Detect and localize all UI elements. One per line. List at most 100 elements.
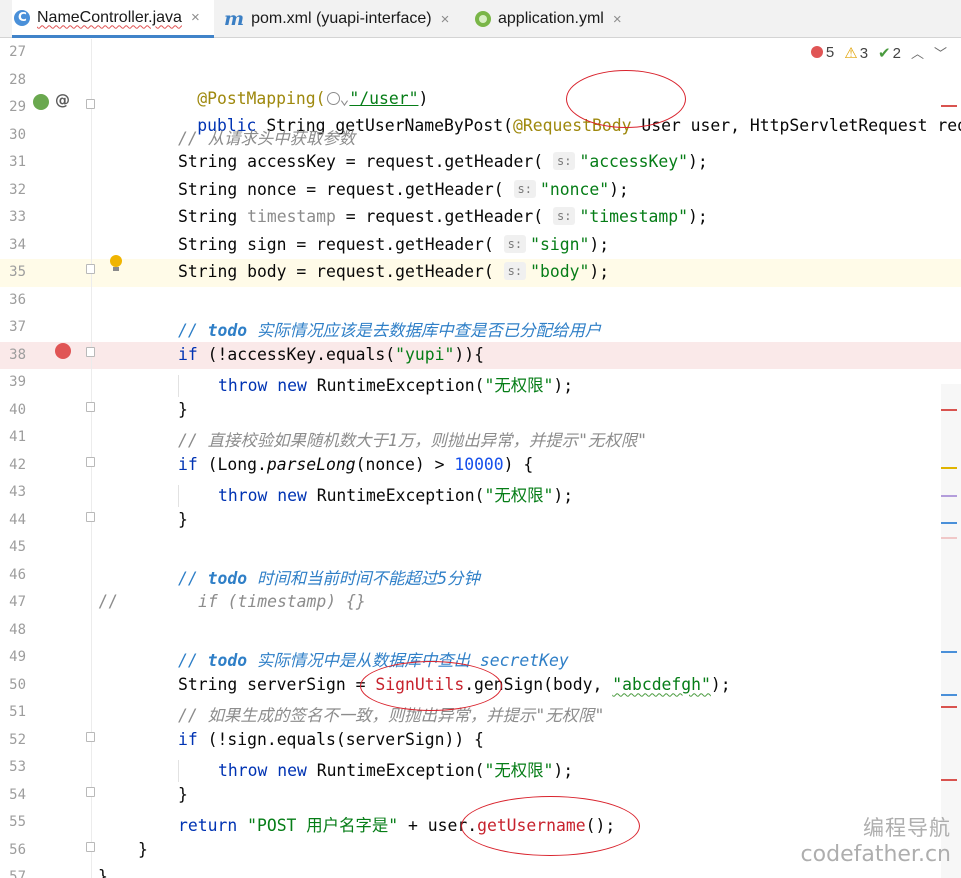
- fold-marker-icon[interactable]: [86, 402, 95, 412]
- unused-variable: timestamp: [247, 207, 336, 226]
- line-number: 55: [9, 814, 26, 830]
- todo-stripe[interactable]: [941, 651, 957, 653]
- todo-text: 时间和当前时间不能超过5分钟: [247, 568, 480, 588]
- code-token: String accessKey = request.getHeader(: [178, 152, 544, 171]
- line-number: 32: [9, 181, 26, 198]
- code-line: 40 }: [0, 397, 961, 425]
- code-token: (!accessKey.equals(: [197, 344, 396, 364]
- fold-marker-icon[interactable]: [86, 787, 95, 797]
- chevron-down-icon[interactable]: ﹀: [934, 43, 947, 62]
- keyword: if: [178, 729, 198, 749]
- todo-text: 实际情况中是从数据库中查出 secretKey: [247, 651, 569, 670]
- inspection-widget[interactable]: 5 ⚠ 3 ✔ 2 ︿ ﹀: [810, 43, 947, 62]
- warning-icon: ⚠: [844, 44, 858, 62]
- code-line: 41 // 直接校验如果随机数大于1万，则抛出异常，并提示"无权限": [0, 424, 961, 452]
- line-number: 37: [9, 319, 26, 335]
- tab-label: pom.xml (yuapi-interface): [251, 10, 432, 27]
- fold-marker-icon[interactable]: [86, 347, 95, 357]
- code-token: );: [589, 234, 610, 254]
- line-number: 56: [9, 841, 26, 858]
- fold-marker-icon[interactable]: [86, 99, 95, 109]
- keyword: new: [277, 761, 307, 780]
- line-number: 44: [9, 511, 26, 528]
- code-token: );: [688, 152, 708, 171]
- code-line: 50 String serverSign = SignUtils.genSign…: [0, 672, 961, 700]
- tab-label: application.yml: [498, 10, 604, 27]
- code-line: 53 throw new RuntimeException("无权限");: [0, 754, 961, 782]
- code-line: 52 if (!sign.equals(serverSign)) {: [0, 727, 961, 755]
- todo-marker: todo: [207, 651, 248, 670]
- code-line: 30 // 从请求头中获取参数: [0, 122, 961, 150]
- code-line: 47 // if (timestamp) {}: [0, 589, 961, 617]
- line-number: 45: [9, 539, 26, 555]
- fold-marker-icon[interactable]: [86, 512, 95, 522]
- unresolved-class[interactable]: SignUtils: [375, 675, 464, 694]
- string-literal: "timestamp": [579, 207, 689, 226]
- error-count[interactable]: 5: [810, 44, 834, 61]
- code-token: = request.getHeader(: [335, 207, 544, 226]
- code-line: 46 // todo 时间和当前时间不能超过5分钟: [0, 562, 961, 590]
- scrollbar[interactable]: [941, 384, 961, 878]
- mapping-at-icon[interactable]: @: [55, 91, 70, 109]
- lightbulb-icon[interactable]: [109, 255, 123, 272]
- todo-stripe[interactable]: [941, 694, 957, 696]
- code-line: 44 }: [0, 507, 961, 535]
- code-token: }: [138, 839, 148, 859]
- error-stripe[interactable]: [941, 105, 957, 107]
- code-line: 48: [0, 617, 961, 645]
- spring-endpoint-icon[interactable]: [33, 94, 49, 110]
- line-number: 49: [9, 649, 26, 665]
- code-editor[interactable]: 27 28 @PostMapping(⌄"/user") 29 public S…: [0, 39, 961, 878]
- info-stripe[interactable]: [941, 537, 957, 539]
- close-icon[interactable]: ×: [441, 11, 450, 28]
- param-hint: s:: [503, 234, 527, 253]
- code-token: );: [688, 207, 708, 226]
- warning-count[interactable]: ⚠ 3: [844, 44, 868, 62]
- code-token: );: [710, 674, 731, 694]
- code-token: RuntimeException(: [306, 486, 485, 505]
- close-icon[interactable]: ×: [191, 9, 200, 26]
- indent-guide: [178, 485, 179, 507]
- code-token: }: [178, 784, 188, 804]
- fold-marker-icon[interactable]: [86, 457, 95, 467]
- code-token: (Long.: [197, 454, 267, 474]
- code-token: ();: [585, 816, 616, 835]
- indent-guide: [178, 760, 179, 782]
- tab-name-controller[interactable]: NameController.java ×: [12, 0, 214, 38]
- error-stripe[interactable]: [941, 706, 957, 708]
- fold-marker-icon[interactable]: [86, 732, 95, 742]
- fold-marker-icon[interactable]: [86, 264, 95, 274]
- code-token: );: [589, 262, 610, 281]
- tab-application-yml[interactable]: application.yml ×: [475, 0, 622, 38]
- line-number: 34: [9, 236, 26, 253]
- close-icon[interactable]: ×: [613, 11, 622, 28]
- error-stripe[interactable]: [941, 409, 957, 411]
- keyword: new: [277, 486, 307, 505]
- weak-warning-count[interactable]: ✔ 2: [878, 44, 901, 62]
- chevron-up-icon[interactable]: ︿: [911, 43, 924, 62]
- param-hint: s:: [553, 207, 576, 225]
- code-line: 29 public String getUserNameByPost(@Requ…: [0, 94, 961, 135]
- keyword: return: [178, 816, 238, 835]
- info-stripe[interactable]: [941, 495, 957, 497]
- code-token: .genSign(body,: [464, 674, 613, 694]
- code-line: 55 return "POST 用户名字是" + user.getUsernam…: [0, 809, 961, 837]
- line-number: 28: [9, 71, 26, 88]
- watermark-title: 编程导航: [863, 816, 951, 840]
- tab-pom-xml[interactable]: m pom.xml (yuapi-interface) ×: [224, 0, 449, 38]
- string-literal: "无权限": [484, 761, 554, 780]
- breakpoint-icon[interactable]: [55, 343, 71, 359]
- unresolved-method[interactable]: getUsername: [477, 816, 586, 835]
- code-token: RuntimeException(: [306, 761, 485, 780]
- param-hint: s:: [503, 262, 527, 280]
- fold-marker-icon[interactable]: [86, 842, 95, 852]
- code-token: String body = request.getHeader(: [178, 262, 494, 281]
- error-stripe[interactable]: [941, 779, 957, 781]
- line-number: 41: [9, 429, 26, 445]
- keyword: throw: [218, 376, 268, 395]
- todo-stripe[interactable]: [941, 522, 957, 524]
- line-number: 35: [9, 264, 26, 280]
- line-number: 46: [9, 566, 26, 583]
- string-literal: "nonce": [539, 179, 610, 199]
- warning-stripe[interactable]: [941, 467, 957, 469]
